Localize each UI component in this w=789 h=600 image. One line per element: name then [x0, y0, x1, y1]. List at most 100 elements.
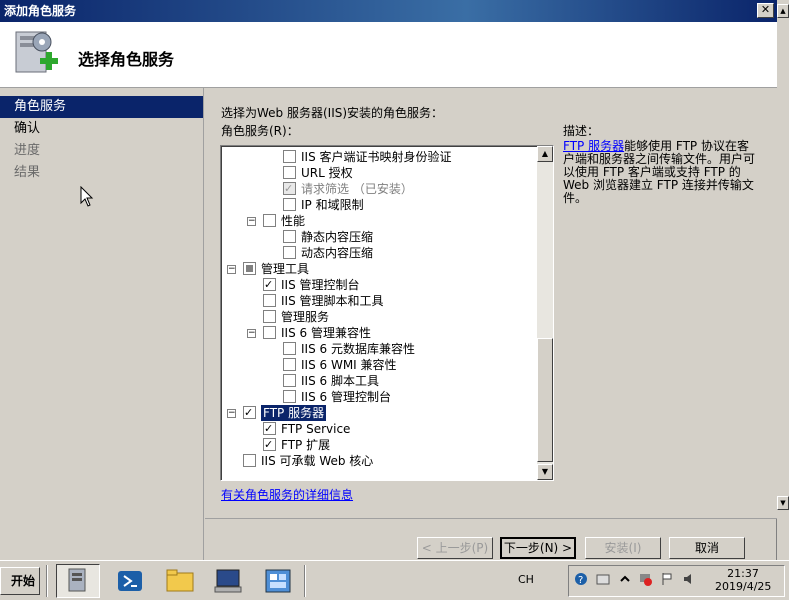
- tree-item-checkbox[interactable]: [283, 342, 296, 355]
- scroll-up-arrow-icon[interactable]: ▲: [537, 146, 553, 162]
- tree-item-label[interactable]: 性能: [281, 213, 305, 229]
- tree-item[interactable]: − 管理工具: [221, 261, 537, 277]
- control-panel-app[interactable]: [256, 564, 300, 598]
- step-role-services[interactable]: 角色服务: [0, 96, 203, 118]
- tree-item-label[interactable]: IIS 6 脚本工具: [301, 373, 379, 389]
- tree-item-checkbox[interactable]: [263, 310, 276, 323]
- tree-item[interactable]: IIS 6 WMI 兼容性: [221, 357, 537, 373]
- tree-item-checkbox[interactable]: [283, 358, 296, 371]
- tree-item-label[interactable]: IIS 6 WMI 兼容性: [301, 357, 397, 373]
- tree-item-label[interactable]: IIS 6 管理控制台: [301, 389, 391, 405]
- page-title: 选择角色服务: [78, 50, 175, 69]
- description-text: FTP 服务器能够使用 FTP 协议在客户端和服务器之间传输文件。用户可以使用 …: [563, 140, 759, 205]
- tree-item-checkbox[interactable]: [283, 230, 296, 243]
- tree-item-checkbox[interactable]: [283, 198, 296, 211]
- tree-item[interactable]: IIS 管理控制台: [221, 277, 537, 293]
- tree-item-checkbox[interactable]: [263, 278, 276, 291]
- tree-item[interactable]: IIS 6 元数据库兼容性: [221, 341, 537, 357]
- collapse-icon[interactable]: −: [227, 265, 236, 274]
- tree-item-checkbox[interactable]: [283, 150, 296, 163]
- role-services-tree[interactable]: IIS 可承载 Web 核心FTP 扩展FTP Service−FTP 服务器I…: [220, 145, 554, 481]
- collapse-icon[interactable]: −: [247, 217, 256, 226]
- computer-app[interactable]: [206, 564, 250, 598]
- install-button[interactable]: 安装(I): [585, 537, 661, 559]
- expand-arrow-icon[interactable]: [618, 572, 632, 586]
- tree-item-checkbox[interactable]: [283, 166, 296, 179]
- tree-item-checkbox[interactable]: [283, 390, 296, 403]
- tree-item-checkbox[interactable]: [263, 438, 276, 451]
- keyboard-icon[interactable]: [596, 572, 610, 586]
- scroll-up-arrow-icon[interactable]: ▲: [777, 4, 789, 18]
- more-info-link[interactable]: 有关角色服务的详细信息: [221, 486, 353, 503]
- description-title: 描述：: [563, 124, 600, 138]
- tree-item-label[interactable]: 请求筛选 （已安装）: [301, 181, 413, 197]
- previous-button[interactable]: < 上一步(P): [417, 537, 493, 559]
- tree-item-checkbox[interactable]: [243, 406, 256, 419]
- clock[interactable]: 21:37 2019/4/25: [715, 567, 771, 593]
- tree-item[interactable]: 请求筛选 （已安装）: [221, 181, 537, 197]
- desktop-scrollbar[interactable]: ▲ ▼: [777, 0, 789, 560]
- tree-item-checkbox[interactable]: [263, 326, 276, 339]
- tree-item[interactable]: URL 授权: [221, 165, 537, 181]
- input-language-indicator[interactable]: CH: [518, 573, 534, 586]
- tree-item[interactable]: IIS 6 管理控制台: [221, 389, 537, 405]
- tree-item[interactable]: 动态内容压缩: [221, 245, 537, 261]
- tree-item-label[interactable]: IIS 6 管理兼容性: [281, 325, 371, 341]
- tree-item-label[interactable]: 静态内容压缩: [301, 229, 373, 245]
- tree-item-checkbox[interactable]: [243, 454, 256, 467]
- tree-item[interactable]: − FTP 服务器: [221, 405, 537, 421]
- network-error-icon[interactable]: [638, 572, 652, 586]
- tree-item[interactable]: − IIS 6 管理兼容性: [221, 325, 537, 341]
- title-bar[interactable]: 添加角色服务 ✕: [0, 0, 777, 22]
- help-icon[interactable]: ?: [574, 572, 588, 586]
- collapse-icon[interactable]: −: [247, 329, 256, 338]
- explorer-app[interactable]: [158, 564, 202, 598]
- tree-item-checkbox[interactable]: [263, 422, 276, 435]
- scroll-down-arrow-icon[interactable]: ▼: [537, 464, 553, 480]
- tree-item-label[interactable]: IIS 管理脚本和工具: [281, 293, 384, 309]
- powershell-app[interactable]: [108, 564, 152, 598]
- flag-icon[interactable]: [660, 572, 674, 586]
- tree-item[interactable]: 静态内容压缩: [221, 229, 537, 245]
- tree-item-label[interactable]: IIS 客户端证书映射身份验证: [301, 149, 452, 165]
- volume-icon[interactable]: [682, 572, 696, 586]
- tree-item[interactable]: FTP 扩展: [221, 437, 537, 453]
- tree-item-label[interactable]: 管理工具: [261, 261, 309, 277]
- tree-item-checkbox[interactable]: [263, 214, 276, 227]
- tree-item[interactable]: 管理服务: [221, 309, 537, 325]
- tree-item[interactable]: IIS 客户端证书映射身份验证: [221, 149, 537, 165]
- tree-item-label[interactable]: IP 和域限制: [301, 197, 364, 213]
- scroll-thumb[interactable]: [537, 338, 553, 462]
- tree-item-label[interactable]: FTP Service: [281, 421, 350, 437]
- tree-item-label[interactable]: IIS 可承载 Web 核心: [261, 453, 373, 469]
- close-button[interactable]: ✕: [757, 3, 774, 18]
- tree-item-label[interactable]: IIS 管理控制台: [281, 277, 360, 293]
- tree-item[interactable]: FTP Service: [221, 421, 537, 437]
- tree-item-checkbox[interactable]: [243, 262, 256, 275]
- tree-item-label[interactable]: FTP 服务器: [261, 405, 327, 421]
- tree-item[interactable]: − 性能: [221, 213, 537, 229]
- server-manager-app[interactable]: [56, 564, 100, 598]
- tree-item[interactable]: IIS 6 脚本工具: [221, 373, 537, 389]
- tree-item[interactable]: IP 和域限制: [221, 197, 537, 213]
- tree-item-checkbox[interactable]: [283, 374, 296, 387]
- collapse-icon[interactable]: −: [227, 409, 236, 418]
- description-link[interactable]: FTP 服务器: [563, 139, 624, 153]
- server-role-icon: [15, 31, 58, 73]
- start-button[interactable]: 开始: [0, 567, 40, 595]
- tree-item[interactable]: IIS 管理脚本和工具: [221, 293, 537, 309]
- tree-item-label[interactable]: 管理服务: [281, 309, 329, 325]
- next-button[interactable]: 下一步(N) >: [500, 537, 576, 559]
- tree-item-label[interactable]: IIS 6 元数据库兼容性: [301, 341, 415, 357]
- tree-item-checkbox[interactable]: [263, 294, 276, 307]
- scroll-down-arrow-icon[interactable]: ▼: [777, 496, 789, 510]
- tree-item-checkbox[interactable]: [283, 246, 296, 259]
- tree-item-checkbox: [283, 182, 296, 195]
- tree-scrollbar[interactable]: ▲ ▼: [537, 146, 553, 480]
- step-confirmation[interactable]: 确认: [0, 118, 203, 140]
- tree-item[interactable]: IIS 可承载 Web 核心: [221, 453, 537, 469]
- tree-item-label[interactable]: 动态内容压缩: [301, 245, 373, 261]
- tree-item-label[interactable]: FTP 扩展: [281, 437, 330, 453]
- cancel-button[interactable]: 取消: [669, 537, 745, 559]
- tree-item-label[interactable]: URL 授权: [301, 165, 353, 181]
